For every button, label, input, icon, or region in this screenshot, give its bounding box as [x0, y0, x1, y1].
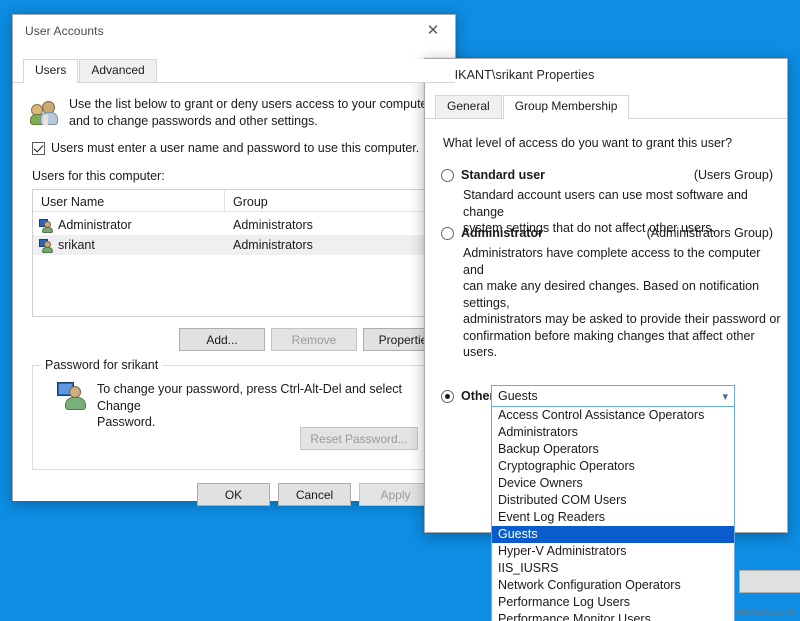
- users-tab-pane: Use the list below to grant or deny user…: [13, 83, 455, 501]
- require-password-checkbox[interactable]: [32, 142, 45, 155]
- users-listview[interactable]: User Name Group Administrator Administra…: [32, 189, 432, 317]
- two-users-icon: [30, 98, 60, 126]
- users-listview-header: User Name Group: [33, 190, 431, 212]
- standard-user-desc-line1: Standard account users can use most soft…: [463, 187, 783, 220]
- users-action-buttons: Add... Remove Properties: [179, 328, 449, 351]
- password-groupbox-title: Password for srikant: [41, 358, 162, 372]
- cell-group: Administrators: [225, 238, 313, 252]
- ok-button[interactable]: OK: [197, 483, 270, 506]
- users-intro-text: Use the list below to grant or deny user…: [69, 96, 439, 129]
- tab-group-membership-label: Group Membership: [515, 99, 618, 113]
- option-administrator[interactable]: Administrator (Administrators Group): [441, 225, 773, 242]
- user-password-icon: [57, 382, 87, 410]
- properties-ok-button[interactable]: [739, 570, 800, 593]
- watermark: wsxdn.com: [737, 606, 794, 618]
- add-button-label: Add...: [206, 333, 237, 347]
- dropdown-item[interactable]: Event Log Readers: [492, 509, 734, 526]
- tab-group-membership[interactable]: Group Membership: [503, 95, 630, 119]
- reset-password-button[interactable]: Reset Password...: [300, 427, 418, 450]
- remove-button[interactable]: Remove: [271, 328, 357, 351]
- tab-advanced-label: Advanced: [91, 63, 144, 77]
- properties-titlebar: SRIKANT\srikant Properties: [425, 59, 787, 91]
- add-button[interactable]: Add...: [179, 328, 265, 351]
- password-groupbox: Password for srikant To change your pass…: [32, 365, 432, 470]
- cancel-button-label: Cancel: [296, 488, 333, 502]
- administrator-description: Administrators have complete access to t…: [463, 245, 783, 361]
- remove-button-label: Remove: [292, 333, 337, 347]
- user-accounts-title: User Accounts: [13, 24, 104, 38]
- cell-user-name: srikant: [58, 238, 95, 252]
- chevron-down-icon[interactable]: ▾: [722, 386, 728, 406]
- dropdown-item[interactable]: IIS_IUSRS: [492, 560, 734, 577]
- user-accounts-footer: OK Cancel Apply: [197, 483, 432, 506]
- standard-user-radio[interactable]: [441, 169, 454, 182]
- cell-user-name: Administrator: [58, 218, 132, 232]
- apply-button-label: Apply: [380, 488, 410, 502]
- dropdown-item-selected[interactable]: Guests: [492, 526, 734, 543]
- require-password-label: Users must enter a user name and passwor…: [51, 140, 419, 157]
- users-intro-line2: and to change passwords and other settin…: [69, 113, 439, 130]
- group-combo[interactable]: Guests ▾: [491, 385, 735, 407]
- group-combo-value: Guests: [498, 389, 538, 403]
- administrator-desc-line2: can make any desired changes. Based on n…: [463, 278, 783, 311]
- dropdown-item[interactable]: Performance Monitor Users: [492, 611, 734, 621]
- user-accounts-titlebar: User Accounts ✕: [13, 15, 455, 47]
- dropdown-item[interactable]: Performance Log Users: [492, 594, 734, 611]
- administrator-group-hint: (Administrators Group): [647, 225, 773, 242]
- column-header-user-name[interactable]: User Name: [33, 190, 225, 211]
- users-intro-line1: Use the list below to grant or deny user…: [69, 96, 439, 113]
- standard-user-group-hint: (Users Group): [694, 167, 773, 184]
- administrator-desc-line3: administrators may be asked to provide t…: [463, 311, 783, 328]
- table-row[interactable]: srikant Administrators: [33, 235, 431, 255]
- user-accounts-window: User Accounts ✕ Users Advanced Use the l…: [12, 14, 456, 501]
- dropdown-item[interactable]: Cryptographic Operators: [492, 458, 734, 475]
- users-list-label: Users for this computer:: [32, 168, 165, 185]
- cancel-button[interactable]: Cancel: [278, 483, 351, 506]
- option-other[interactable]: Other:: [441, 388, 499, 405]
- administrator-desc-line4: confirmation before making changes that …: [463, 328, 783, 361]
- dropdown-item[interactable]: Device Owners: [492, 475, 734, 492]
- tab-general[interactable]: General: [435, 95, 502, 118]
- administrator-desc-line1: Administrators have complete access to t…: [463, 245, 783, 278]
- reset-password-label: Reset Password...: [310, 432, 407, 446]
- dropdown-item[interactable]: Administrators: [492, 424, 734, 441]
- administrator-radio[interactable]: [441, 227, 454, 240]
- dropdown-item[interactable]: Distributed COM Users: [492, 492, 734, 509]
- dropdown-item[interactable]: Hyper-V Administrators: [492, 543, 734, 560]
- ok-button-label: OK: [225, 488, 242, 502]
- tab-advanced[interactable]: Advanced: [79, 59, 156, 82]
- cell-group: Administrators: [225, 218, 313, 232]
- access-level-question: What level of access do you want to gran…: [443, 135, 732, 152]
- close-icon[interactable]: ✕: [411, 15, 455, 46]
- properties-tabstrip: General Group Membership: [425, 95, 787, 119]
- password-group-text: To change your password, press Ctrl-Alt-…: [97, 381, 427, 431]
- option-standard-user[interactable]: Standard user (Users Group): [441, 167, 773, 184]
- dropdown-item[interactable]: Network Configuration Operators: [492, 577, 734, 594]
- group-combo-dropdown[interactable]: Access Control Assistance Operators Admi…: [491, 407, 735, 621]
- column-header-group[interactable]: Group: [225, 190, 411, 211]
- standard-user-label: Standard user: [461, 167, 545, 184]
- apply-button[interactable]: Apply: [359, 483, 432, 506]
- other-radio[interactable]: [441, 390, 454, 403]
- administrator-label: Administrator: [461, 225, 543, 242]
- user-accounts-tabstrip: Users Advanced: [13, 59, 455, 83]
- tab-users-label: Users: [35, 63, 66, 77]
- dropdown-item[interactable]: Backup Operators: [492, 441, 734, 458]
- group-membership-pane: What level of access do you want to gran…: [425, 119, 787, 523]
- dropdown-item[interactable]: Access Control Assistance Operators: [492, 407, 734, 424]
- password-text-line1: To change your password, press Ctrl-Alt-…: [97, 381, 427, 414]
- tab-general-label: General: [447, 99, 490, 113]
- tab-users[interactable]: Users: [23, 59, 78, 83]
- require-password-checkbox-row[interactable]: Users must enter a user name and passwor…: [32, 140, 419, 157]
- user-icon: [39, 219, 53, 232]
- table-row[interactable]: Administrator Administrators: [33, 215, 431, 235]
- user-icon: [39, 239, 53, 252]
- properties-window: SRIKANT\srikant Properties General Group…: [424, 58, 788, 533]
